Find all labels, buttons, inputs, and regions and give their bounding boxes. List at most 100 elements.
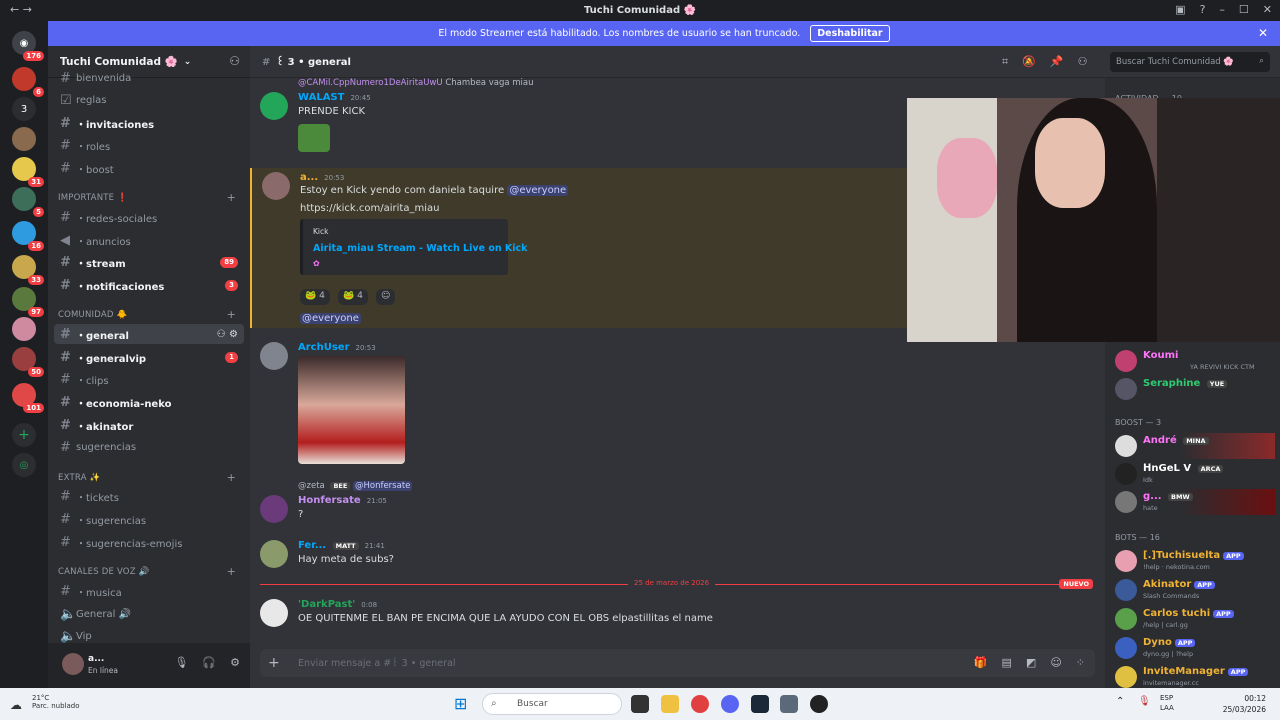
taskbar-search[interactable]: ⌕ Buscar: [482, 693, 622, 715]
member-item[interactable]: InviteManager APP invitemanager.cc: [1115, 664, 1275, 688]
home-discord-icon[interactable]: ◉ 176: [12, 31, 44, 61]
search-input[interactable]: Buscar Tuchi Comunidad 🌸 ⌕: [1110, 52, 1270, 72]
channel-musica[interactable]: # ・musica: [54, 581, 244, 601]
channel-akinator[interactable]: # ・akinator: [54, 415, 244, 435]
disable-streamer-button[interactable]: Deshabilitar: [810, 25, 890, 42]
clock[interactable]: 00:12 25/03/2026: [1223, 693, 1266, 715]
tray-chevron-icon[interactable]: ⌃: [1116, 696, 1124, 707]
pin-icon[interactable]: 📌: [1050, 55, 1064, 69]
avatar[interactable]: [260, 495, 288, 523]
category-importante[interactable]: IMPORTANTE ❗ +: [58, 191, 244, 204]
channel-settings-icon[interactable]: ⚇ ⚙: [217, 329, 238, 340]
inbox-icon[interactable]: ▣: [1175, 3, 1185, 16]
channel-boost[interactable]: # ・boost: [54, 158, 244, 178]
avatar[interactable]: [260, 342, 288, 370]
obs-icon[interactable]: [810, 695, 828, 713]
task-view-icon[interactable]: [631, 695, 649, 713]
headphones-icon[interactable]: 🎧: [202, 656, 216, 669]
voice-channel-general[interactable]: 🔈 General 🔊: [54, 604, 244, 624]
voice-channel-vip[interactable]: 🔈 Vip: [54, 626, 244, 644]
add-channel-icon[interactable]: +: [227, 565, 236, 578]
channel-notificaciones[interactable]: # ・notificaciones 3: [54, 275, 244, 295]
channel-sugerencias-plain[interactable]: # sugerencias: [54, 437, 244, 457]
gear-icon[interactable]: ⚙: [230, 656, 240, 669]
message-author[interactable]: WALAST 20:45: [298, 92, 371, 103]
message-author[interactable]: a... 20:53: [300, 172, 344, 183]
steam-icon[interactable]: [751, 695, 769, 713]
message-author[interactable]: Honfersate 21:05: [298, 495, 387, 506]
image-attachment[interactable]: [298, 356, 405, 464]
reaction[interactable]: 🐸 4: [300, 289, 330, 305]
emoji-icon[interactable]: ☺: [1050, 656, 1061, 669]
windows-start-icon[interactable]: ⊞: [454, 694, 467, 713]
server-icon[interactable]: [12, 127, 36, 151]
gift-icon[interactable]: 🎁: [974, 656, 988, 669]
discord-icon[interactable]: [721, 695, 739, 713]
message-input[interactable]: + Enviar mensaje a #꒰ 3 • general 🎁 ▤ ◩ …: [260, 649, 1095, 677]
help-icon[interactable]: ?: [1200, 3, 1206, 16]
channel-tickets[interactable]: # ・tickets: [54, 486, 244, 506]
message-link[interactable]: https://kick.com/airita_miau: [300, 203, 439, 214]
threads-icon[interactable]: ⌗: [1002, 55, 1008, 69]
reaction[interactable]: 🐸 4: [338, 289, 368, 305]
everyone-mention[interactable]: @everyone: [300, 313, 361, 324]
channel-clips[interactable]: # ・clips: [54, 369, 244, 389]
language-indicator[interactable]: ESP LAA: [1160, 693, 1174, 713]
message-author[interactable]: 'DarkPast' 0:08: [298, 599, 377, 610]
avatar[interactable]: [260, 92, 288, 120]
channel-roles[interactable]: # ・roles: [54, 135, 244, 155]
sticker-icon[interactable]: ◩: [1026, 656, 1036, 669]
member-item[interactable]: [.]Tuchisuelta APP !help · nekotina.com: [1115, 548, 1275, 574]
weather-widget[interactable]: 21°C Parc. nublado ☁: [10, 694, 80, 712]
channel-sugerencias-emojis[interactable]: # ・sugerencias-emojis: [54, 532, 244, 552]
member-item[interactable]: Dyno APP dyno.gg | ?help: [1115, 635, 1275, 661]
close-icon[interactable]: ✕: [1258, 26, 1268, 40]
reply-reference[interactable]: @CAMil.CppNumero1DeAiritaUwU Chambea vag…: [298, 78, 534, 88]
reply-reference[interactable]: @zeta BEE @Honfersate: [298, 481, 413, 491]
channel-invitaciones[interactable]: # ・invitaciones: [54, 113, 244, 133]
add-reaction-icon[interactable]: ☺: [376, 289, 396, 305]
gif-icon[interactable]: ▤: [1002, 656, 1012, 669]
member-item[interactable]: Koumi YA REVIVI KICK CTM: [1115, 348, 1275, 374]
server-icon[interactable]: 3: [12, 97, 36, 121]
member-item[interactable]: Carlos tuchi APP /help | carl.gg: [1115, 606, 1275, 632]
category-extra[interactable]: EXTRA ✨ +: [58, 471, 244, 484]
file-explorer-icon[interactable]: [661, 695, 679, 713]
category-comunidad[interactable]: COMUNIDAD 🐥 +: [58, 308, 244, 321]
invite-icon[interactable]: ⚇: [229, 54, 240, 68]
message-author[interactable]: ArchUser 20:53: [298, 342, 376, 353]
member-item[interactable]: g... BMW hate: [1115, 489, 1275, 515]
member-list-icon[interactable]: ⚇: [1078, 55, 1088, 69]
add-server-icon[interactable]: +: [12, 423, 36, 447]
channel-reglas[interactable]: ☑ reglas: [54, 90, 244, 110]
channel-generalvip[interactable]: # ・generalvip 1: [54, 347, 244, 367]
server-icon[interactable]: 50: [12, 347, 44, 377]
channel-redes-sociales[interactable]: # ・redes-sociales: [54, 207, 244, 227]
category-canales-de-voz[interactable]: CANALES DE VOZ 🔊 +: [58, 565, 244, 578]
channel-anuncios[interactable]: ◀ ・anuncios: [54, 230, 244, 250]
member-item[interactable]: ᕼnGeL V ARCA Idk: [1115, 461, 1275, 487]
mic-tray-icon[interactable]: 🎙: [1138, 696, 1151, 707]
attach-plus-icon[interactable]: +: [268, 655, 280, 671]
embed-title[interactable]: Airita_miau Stream - Watch Live on Kick: [313, 243, 527, 254]
member-item[interactable]: André MINA: [1115, 433, 1275, 459]
channel-stream[interactable]: # ・stream 89: [54, 252, 244, 272]
minimize-button[interactable]: –: [1219, 3, 1225, 16]
add-channel-icon[interactable]: +: [227, 191, 236, 204]
avatar[interactable]: [260, 540, 288, 568]
server-icon[interactable]: 33: [12, 255, 44, 285]
discover-icon[interactable]: ◎: [12, 453, 36, 477]
member-item[interactable]: Akinator APP Slash Commands: [1115, 577, 1275, 603]
server-icon[interactable]: 31: [12, 157, 44, 187]
microphone-icon[interactable]: 🎙: [174, 656, 188, 669]
avatar[interactable]: [62, 653, 84, 675]
calculator-icon[interactable]: [780, 695, 798, 713]
channel-economia-neko[interactable]: # ・economia-neko: [54, 392, 244, 412]
server-icon[interactable]: 97: [12, 287, 44, 317]
avatar[interactable]: [262, 172, 290, 200]
message-author[interactable]: Fer... MATT 21:41: [298, 540, 385, 551]
avatar[interactable]: [260, 599, 288, 627]
server-icon[interactable]: 16: [12, 221, 44, 251]
everyone-mention[interactable]: @everyone: [507, 185, 569, 196]
server-icon[interactable]: 5: [12, 187, 44, 217]
